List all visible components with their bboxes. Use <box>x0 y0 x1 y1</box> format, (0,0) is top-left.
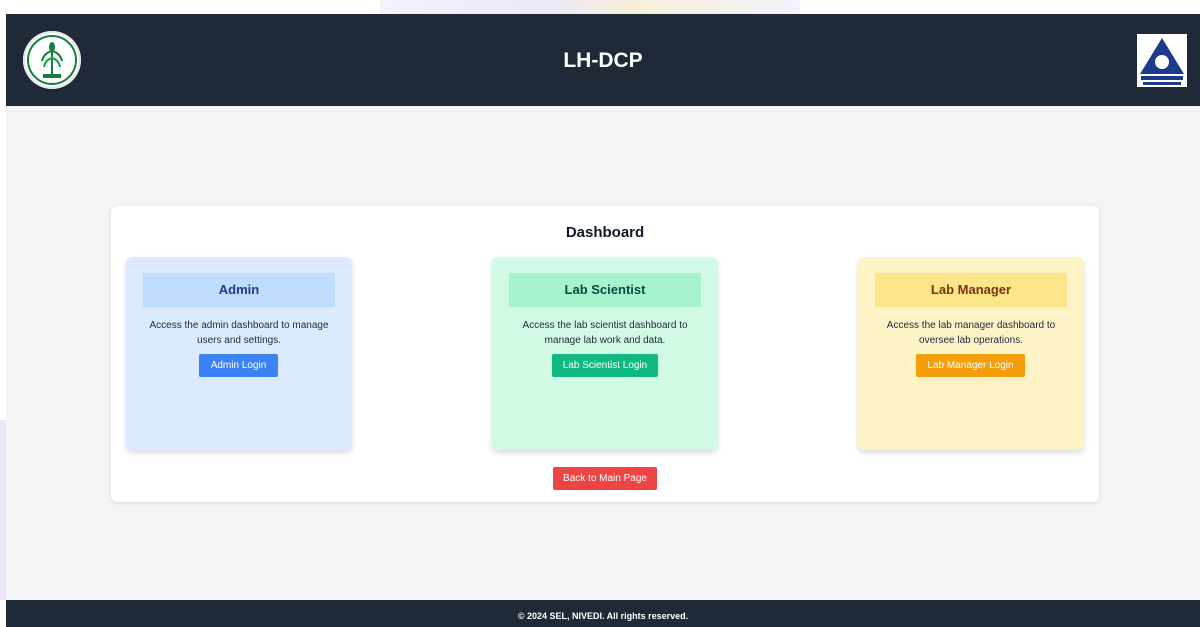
nivedi-logo-icon <box>1137 34 1187 87</box>
lab-scientist-login-button[interactable]: Lab Scientist Login <box>552 354 658 377</box>
admin-card-title: Admin <box>143 273 335 307</box>
app-frame: LH-DCP Dashboard Admin Access the admin … <box>6 14 1200 627</box>
admin-login-button[interactable]: Admin Login <box>199 354 278 377</box>
lab-manager-card-description: Access the lab manager dashboard to over… <box>886 320 1056 346</box>
lab-scientist-card: Lab Scientist Access the lab scientist d… <box>492 257 718 450</box>
admin-card: Admin Access the admin dashboard to mana… <box>126 257 352 450</box>
copyright-text: © 2024 SEL, NIVEDI. All rights reserved. <box>517 611 689 621</box>
background-watermark-top <box>380 0 800 14</box>
lab-manager-login-button[interactable]: Lab Manager Login <box>916 354 1025 377</box>
admin-card-description: Access the admin dashboard to manage use… <box>149 320 329 346</box>
lab-manager-card-title: Lab Manager <box>875 273 1067 307</box>
dashboard-title: Dashboard <box>565 224 645 241</box>
header: LH-DCP <box>6 14 1200 106</box>
lab-scientist-card-title: Lab Scientist <box>509 273 701 307</box>
app-title: LH-DCP <box>563 49 643 72</box>
lab-manager-card: Lab Manager Access the lab manager dashb… <box>858 257 1084 450</box>
lab-scientist-card-description: Access the lab scientist dashboard to ma… <box>522 320 688 346</box>
footer: © 2024 SEL, NIVEDI. All rights reserved. <box>6 600 1200 627</box>
dashboard-panel: Dashboard Admin Access the admin dashboa… <box>111 206 1099 502</box>
back-to-main-page-button[interactable]: Back to Main Page <box>553 467 657 490</box>
triangle-emblem-icon <box>1137 34 1187 87</box>
